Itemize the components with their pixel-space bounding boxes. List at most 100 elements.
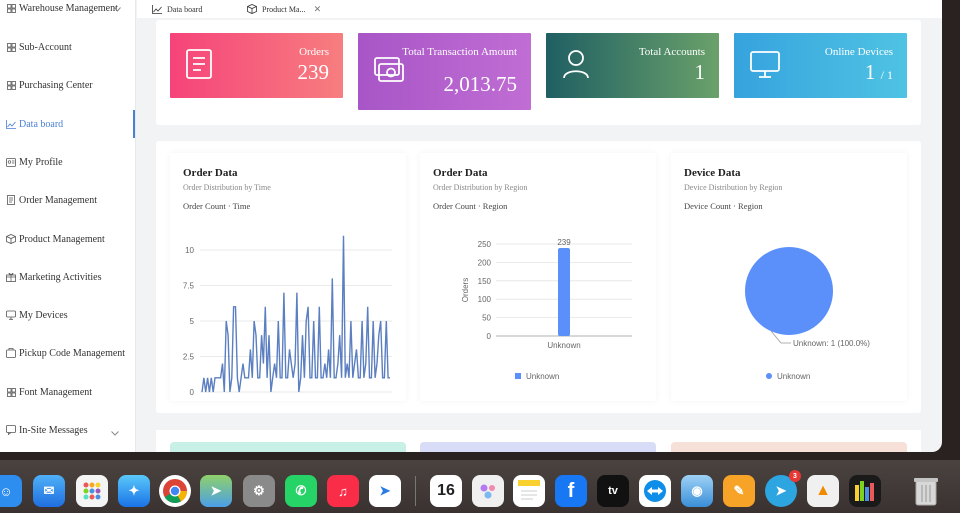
orders-value: 239 (297, 60, 330, 84)
sidebar-item-label: My Devices (19, 309, 68, 321)
whatsapp-icon[interactable]: ✆ (285, 475, 317, 507)
device-icon (6, 310, 16, 320)
sidebar-item-label: Data board (19, 118, 64, 130)
tab-product-management[interactable]: Product Ma... ✕ (247, 0, 321, 18)
sidebar-item-pickup-code-management[interactable]: Pickup Code Management (0, 339, 135, 367)
facebook-icon[interactable]: f (555, 475, 587, 507)
panel-strip (420, 442, 656, 452)
sidebar-item-data-board[interactable]: Data board (0, 110, 135, 138)
box-icon (247, 4, 257, 14)
document-icon (186, 49, 212, 84)
music-icon[interactable]: ♫ (327, 475, 359, 507)
sidebar-item-warehouse-management[interactable]: Warehouse Management (0, 0, 135, 22)
sidebar-item-label: Sub-Account (19, 41, 72, 53)
apple-tv-icon[interactable]: tv (597, 475, 629, 507)
sidebar-item-my-profile[interactable]: My Profile (0, 148, 135, 176)
online-devices-total: / 1 (880, 68, 893, 82)
total-accounts-label: Total Accounts (638, 46, 705, 58)
sidebar-item-label: Marketing Activities (19, 271, 102, 283)
sidebar-item-sub-account[interactable]: Sub-Account (0, 33, 135, 61)
sidebar-item-label: Font Management (19, 386, 93, 398)
safari-icon[interactable]: ✦ (118, 475, 150, 507)
series-line (201, 235, 390, 393)
y-tick-label: 150 (478, 277, 492, 286)
order-time-chart-card: Order Data Order Distribution by Time Or… (170, 153, 406, 401)
telegram-icon[interactable]: ➤ 3 (765, 470, 801, 507)
sidebar-item-purchasing-center[interactable]: Purchasing Center (0, 71, 135, 99)
legend-label: Unknown (526, 372, 559, 381)
sidebar-item-my-devices[interactable]: My Devices (0, 301, 135, 329)
panel-strip (170, 442, 406, 452)
total-accounts-card[interactable]: Total Accounts 1 (546, 33, 719, 98)
total-transaction-amount-value: 2,013.75 (443, 72, 518, 96)
stats-panel: Orders 239 Total Transaction Amount 2,01… (156, 20, 921, 125)
money-icon (374, 57, 404, 88)
document-icon (6, 195, 16, 205)
online-devices-card[interactable]: Online Devices 1 / 1 (734, 33, 907, 98)
calendar-icon[interactable]: 16 (430, 475, 462, 507)
teamviewer-icon[interactable] (639, 475, 671, 507)
y-tick-label: 250 (478, 240, 492, 249)
sidebar-item-label: Product Management (19, 233, 105, 245)
notes-icon[interactable] (513, 475, 545, 507)
y-tick-label: 10 (185, 246, 194, 255)
y-tick-label: 100 (478, 295, 492, 304)
settings-icon[interactable]: ⚙ (243, 475, 275, 507)
total-transaction-amount-label: Total Transaction Amount (402, 46, 517, 58)
app-window: Warehouse Management Sub-Account Purchas… (0, 0, 942, 452)
online-devices-count: 1 (864, 60, 876, 84)
maps-icon[interactable]: ➤ (200, 475, 232, 507)
chevron-down-icon (114, 4, 121, 15)
bars-app-icon[interactable] (849, 475, 881, 507)
legend-label: Unknown (777, 372, 810, 381)
tab-label: Product Ma... (262, 4, 306, 14)
y-tick-label: 7.5 (183, 282, 195, 291)
dots-app-icon[interactable] (472, 475, 504, 507)
orders-label: Orders (299, 46, 329, 58)
total-transaction-amount-card[interactable]: Total Transaction Amount 2,013.75 (358, 33, 531, 110)
line-chart-icon (152, 4, 162, 14)
panel-strip (671, 442, 907, 452)
sidebar-item-product-management[interactable]: Product Management (0, 225, 135, 253)
y-axis-label: Orders (461, 278, 470, 302)
bar (558, 248, 570, 336)
line-chart: 10 7.5 5 2.5 0 (183, 235, 392, 397)
chrome-icon[interactable] (159, 475, 191, 507)
cleaner-app-icon[interactable]: ◉ (681, 475, 713, 507)
vlc-icon[interactable]: ▲ (807, 475, 839, 507)
sidebar-item-order-management[interactable]: Order Management (0, 186, 135, 214)
send-app-icon[interactable]: ➤ (369, 475, 401, 507)
sidebar-item-in-site-messages[interactable]: In-Site Messages (0, 416, 135, 444)
online-devices-value: 1 / 1 (865, 60, 893, 85)
close-icon[interactable]: ✕ (314, 4, 322, 15)
orders-card[interactable]: Orders 239 (170, 33, 343, 98)
sidebar-item-font-management[interactable]: Font Management (0, 378, 135, 406)
pages-icon[interactable]: ✎ (723, 475, 755, 507)
package-icon (6, 348, 16, 358)
finder-icon[interactable]: ☺ (0, 475, 22, 507)
order-region-chart-card: Order Data Order Distribution by Region … (420, 153, 656, 401)
calendar-day: 16 (437, 482, 455, 499)
sidebar-item-label: My Profile (19, 156, 63, 168)
grid-icon (6, 42, 16, 52)
sidebar-item-label: Warehouse Management (19, 2, 118, 14)
bar-chart: 250 200 150 100 50 0 Orders 239 Unknown Unknown (461, 238, 632, 381)
x-tick-label: Unknown (547, 341, 580, 350)
trash-icon[interactable] (910, 475, 942, 507)
pie-slice (745, 247, 833, 335)
launchpad-icon[interactable] (76, 475, 108, 507)
sidebar-item-marketing-activities[interactable]: Marketing Activities (0, 263, 135, 291)
apple-tv-label: tv (608, 485, 618, 497)
tab-data-board[interactable]: Data board (152, 0, 202, 18)
data-label: 239 (557, 238, 571, 247)
mail-icon[interactable]: ✉ (33, 475, 65, 507)
sidebar: Warehouse Management Sub-Account Purchas… (0, 0, 136, 452)
slice-label: Unknown: 1 (100.0%) (793, 339, 870, 348)
tab-bar: Data board Product Ma... ✕ (137, 0, 942, 18)
sidebar-item-label: Order Management (19, 194, 98, 206)
total-accounts-value: 1 (694, 60, 706, 84)
y-tick-label: 0 (190, 388, 195, 397)
y-tick-label: 5 (190, 317, 195, 326)
sidebar-item-label: Pickup Code Management (19, 347, 126, 359)
monitor-icon (750, 49, 780, 84)
